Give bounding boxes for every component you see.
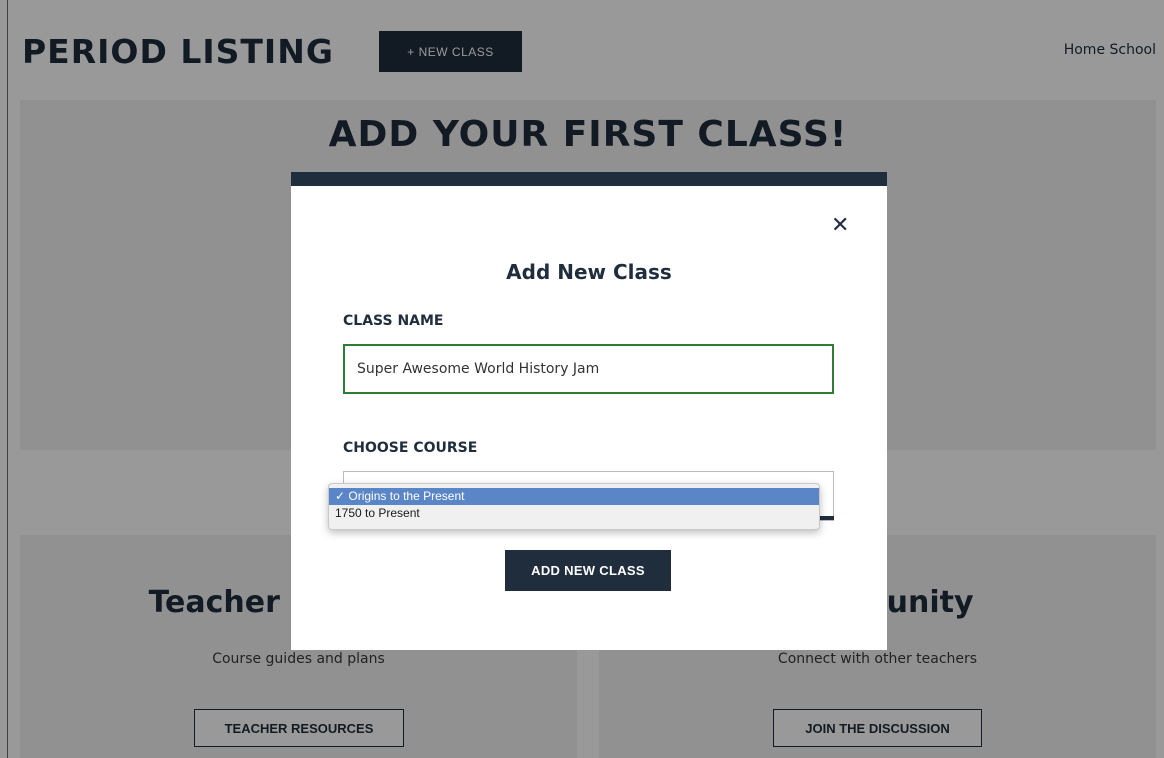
- add-new-class-button[interactable]: ADD NEW CLASS: [505, 550, 671, 591]
- class-name-input[interactable]: [343, 344, 834, 394]
- close-icon[interactable]: ✕: [831, 214, 849, 238]
- course-dropdown-menu: ✓ Origins to the Present 1750 to Present: [328, 483, 820, 530]
- class-name-label: CLASS NAME: [343, 313, 444, 329]
- modal-title: Add New Class: [506, 260, 672, 284]
- add-class-modal: ✕ Add New Class CLASS NAME CHOOSE COURSE…: [291, 172, 887, 650]
- course-option-1750[interactable]: 1750 to Present: [329, 505, 819, 522]
- course-option-origins[interactable]: ✓ Origins to the Present: [329, 488, 819, 505]
- choose-course-label: CHOOSE COURSE: [343, 440, 478, 456]
